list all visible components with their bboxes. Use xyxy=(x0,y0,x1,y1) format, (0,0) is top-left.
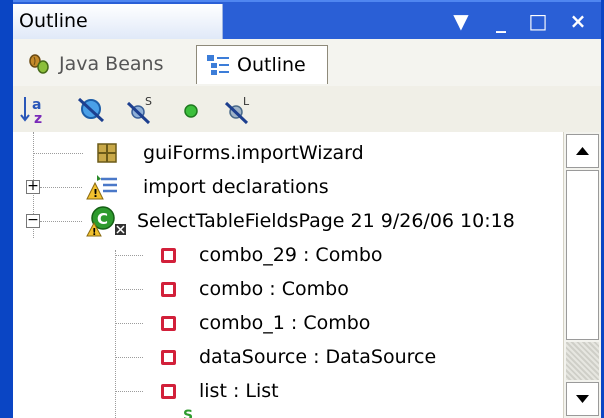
tree-item-label: guiForms.importWizard xyxy=(143,142,364,164)
svg-text:!: ! xyxy=(92,227,97,238)
tree-connector xyxy=(40,221,82,222)
tree-item-imports[interactable]: + ! import declarations xyxy=(13,170,563,204)
private-field-icon xyxy=(161,350,176,365)
svg-text:!: ! xyxy=(93,187,98,200)
tree-connector xyxy=(115,357,143,358)
tree-item-package[interactable]: guiForms.importWizard xyxy=(13,136,563,170)
private-field-icon xyxy=(161,282,176,297)
tree-item-class[interactable]: − C ! SelectTableFieldsPage 21 9/26/06 1… xyxy=(13,204,563,238)
private-field-icon xyxy=(161,384,176,399)
view-titlebar: Outline ▼ _ □ × xyxy=(13,0,601,41)
expand-toggle[interactable]: + xyxy=(26,179,40,194)
outline-tree[interactable]: guiForms.importWizard + ! import declara… xyxy=(13,132,563,418)
maximize-button[interactable]: □ xyxy=(518,2,558,41)
close-button[interactable]: × xyxy=(558,2,598,41)
tree-connector xyxy=(115,323,143,324)
private-field-icon xyxy=(161,316,176,331)
hide-non-public-icon[interactable] xyxy=(175,93,207,125)
svg-text:S: S xyxy=(145,95,152,108)
tree-item-label: combo_29 : Combo xyxy=(199,244,383,266)
svg-text:S: S xyxy=(183,408,193,418)
outline-toolbar: a z S L xyxy=(13,86,601,133)
view-title[interactable]: Outline xyxy=(13,4,223,40)
svg-text:C: C xyxy=(97,210,108,228)
tree-item-field[interactable]: list : List xyxy=(13,374,563,408)
collapse-toggle[interactable]: − xyxy=(26,213,40,228)
tree-item-field[interactable]: combo_29 : Combo xyxy=(13,238,563,272)
imports-icon: ! xyxy=(86,175,117,200)
arrow-up-icon xyxy=(576,147,589,155)
hide-local-types-icon[interactable]: L xyxy=(223,93,255,125)
tab-bar: Java Beans Outline xyxy=(13,39,601,87)
arrow-down-icon xyxy=(576,395,589,403)
private-field-icon xyxy=(161,248,176,263)
tree-item-label: combo : Combo xyxy=(199,278,349,300)
tree-item-field[interactable]: combo_1 : Combo xyxy=(13,306,563,340)
tree-item-label: import declarations xyxy=(143,176,329,198)
svg-text:L: L xyxy=(243,95,250,108)
hide-fields-icon[interactable] xyxy=(75,93,107,125)
tree-item-field[interactable]: dataSource : DataSource xyxy=(13,340,563,374)
tab-java-beans-label: Java Beans xyxy=(59,53,164,75)
tree-item-label: list : List xyxy=(199,380,279,402)
tree-connector xyxy=(115,391,143,392)
scroll-up-button[interactable] xyxy=(566,134,599,168)
vertical-scrollbar[interactable] xyxy=(563,132,601,418)
sort-az-icon[interactable]: a z xyxy=(19,93,51,125)
tab-outline-label: Outline xyxy=(237,54,306,76)
tab-outline[interactable]: Outline xyxy=(196,45,328,84)
scroll-track[interactable] xyxy=(566,342,599,380)
scroll-down-button[interactable] xyxy=(566,382,599,416)
class-icon: C ! xyxy=(86,206,126,238)
java-beans-icon xyxy=(29,54,49,74)
tree-item-label: combo_1 : Combo xyxy=(199,312,371,334)
svg-text:z: z xyxy=(34,111,42,125)
tree-item-field[interactable]: combo : Combo xyxy=(13,272,563,306)
static-marker-icon: S xyxy=(183,408,193,418)
hide-static-icon[interactable]: S xyxy=(125,93,157,125)
outline-icon xyxy=(207,55,229,75)
scroll-thumb[interactable] xyxy=(566,170,599,340)
tab-java-beans[interactable]: Java Beans xyxy=(19,45,194,84)
tree-connector xyxy=(40,187,82,188)
view-menu-button[interactable]: ▼ xyxy=(441,2,481,41)
outline-view: Outline ▼ _ □ × Java Beans Outline a z S… xyxy=(13,0,601,418)
minimize-button[interactable]: _ xyxy=(481,2,521,41)
tree-connector xyxy=(33,153,83,154)
tree-item-label: SelectTableFieldsPage 21 9/26/06 10:18 xyxy=(137,210,515,232)
package-icon xyxy=(97,143,117,163)
tree-connector xyxy=(115,289,143,290)
tree-item-label: dataSource : DataSource xyxy=(199,346,437,368)
tree-connector xyxy=(115,255,143,256)
